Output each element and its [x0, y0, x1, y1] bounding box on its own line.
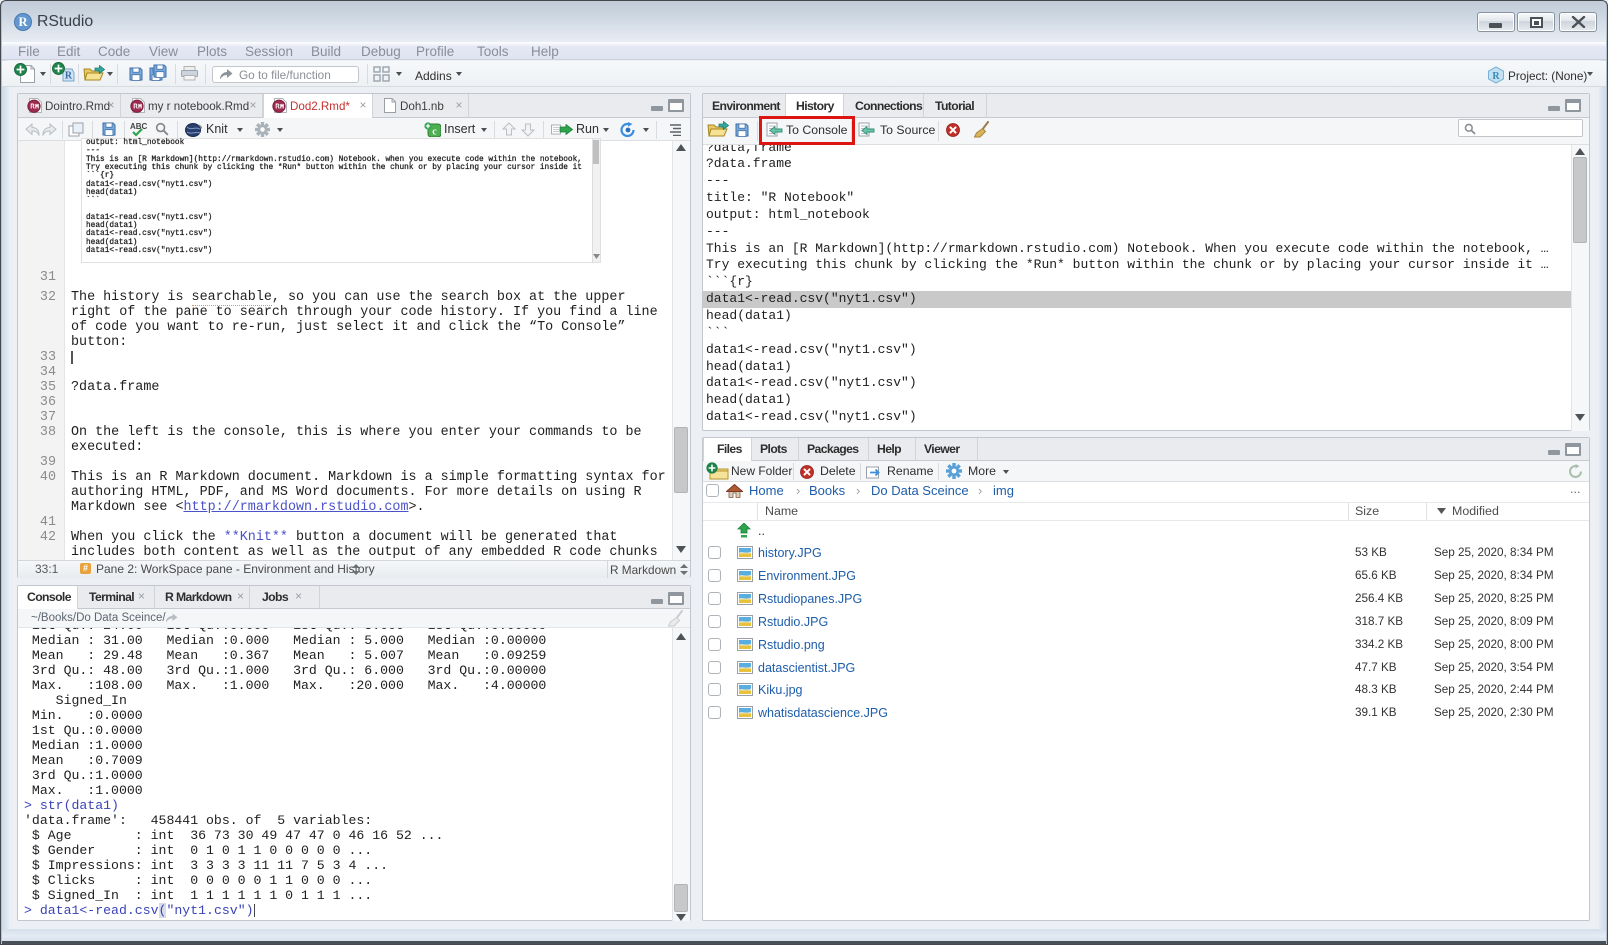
svg-text:R: R — [18, 15, 28, 29]
svg-text:R: R — [65, 71, 73, 82]
svg-text:ABC: ABC — [130, 122, 147, 131]
svg-text:R: R — [1492, 71, 1500, 82]
svg-text:c: c — [432, 127, 437, 138]
